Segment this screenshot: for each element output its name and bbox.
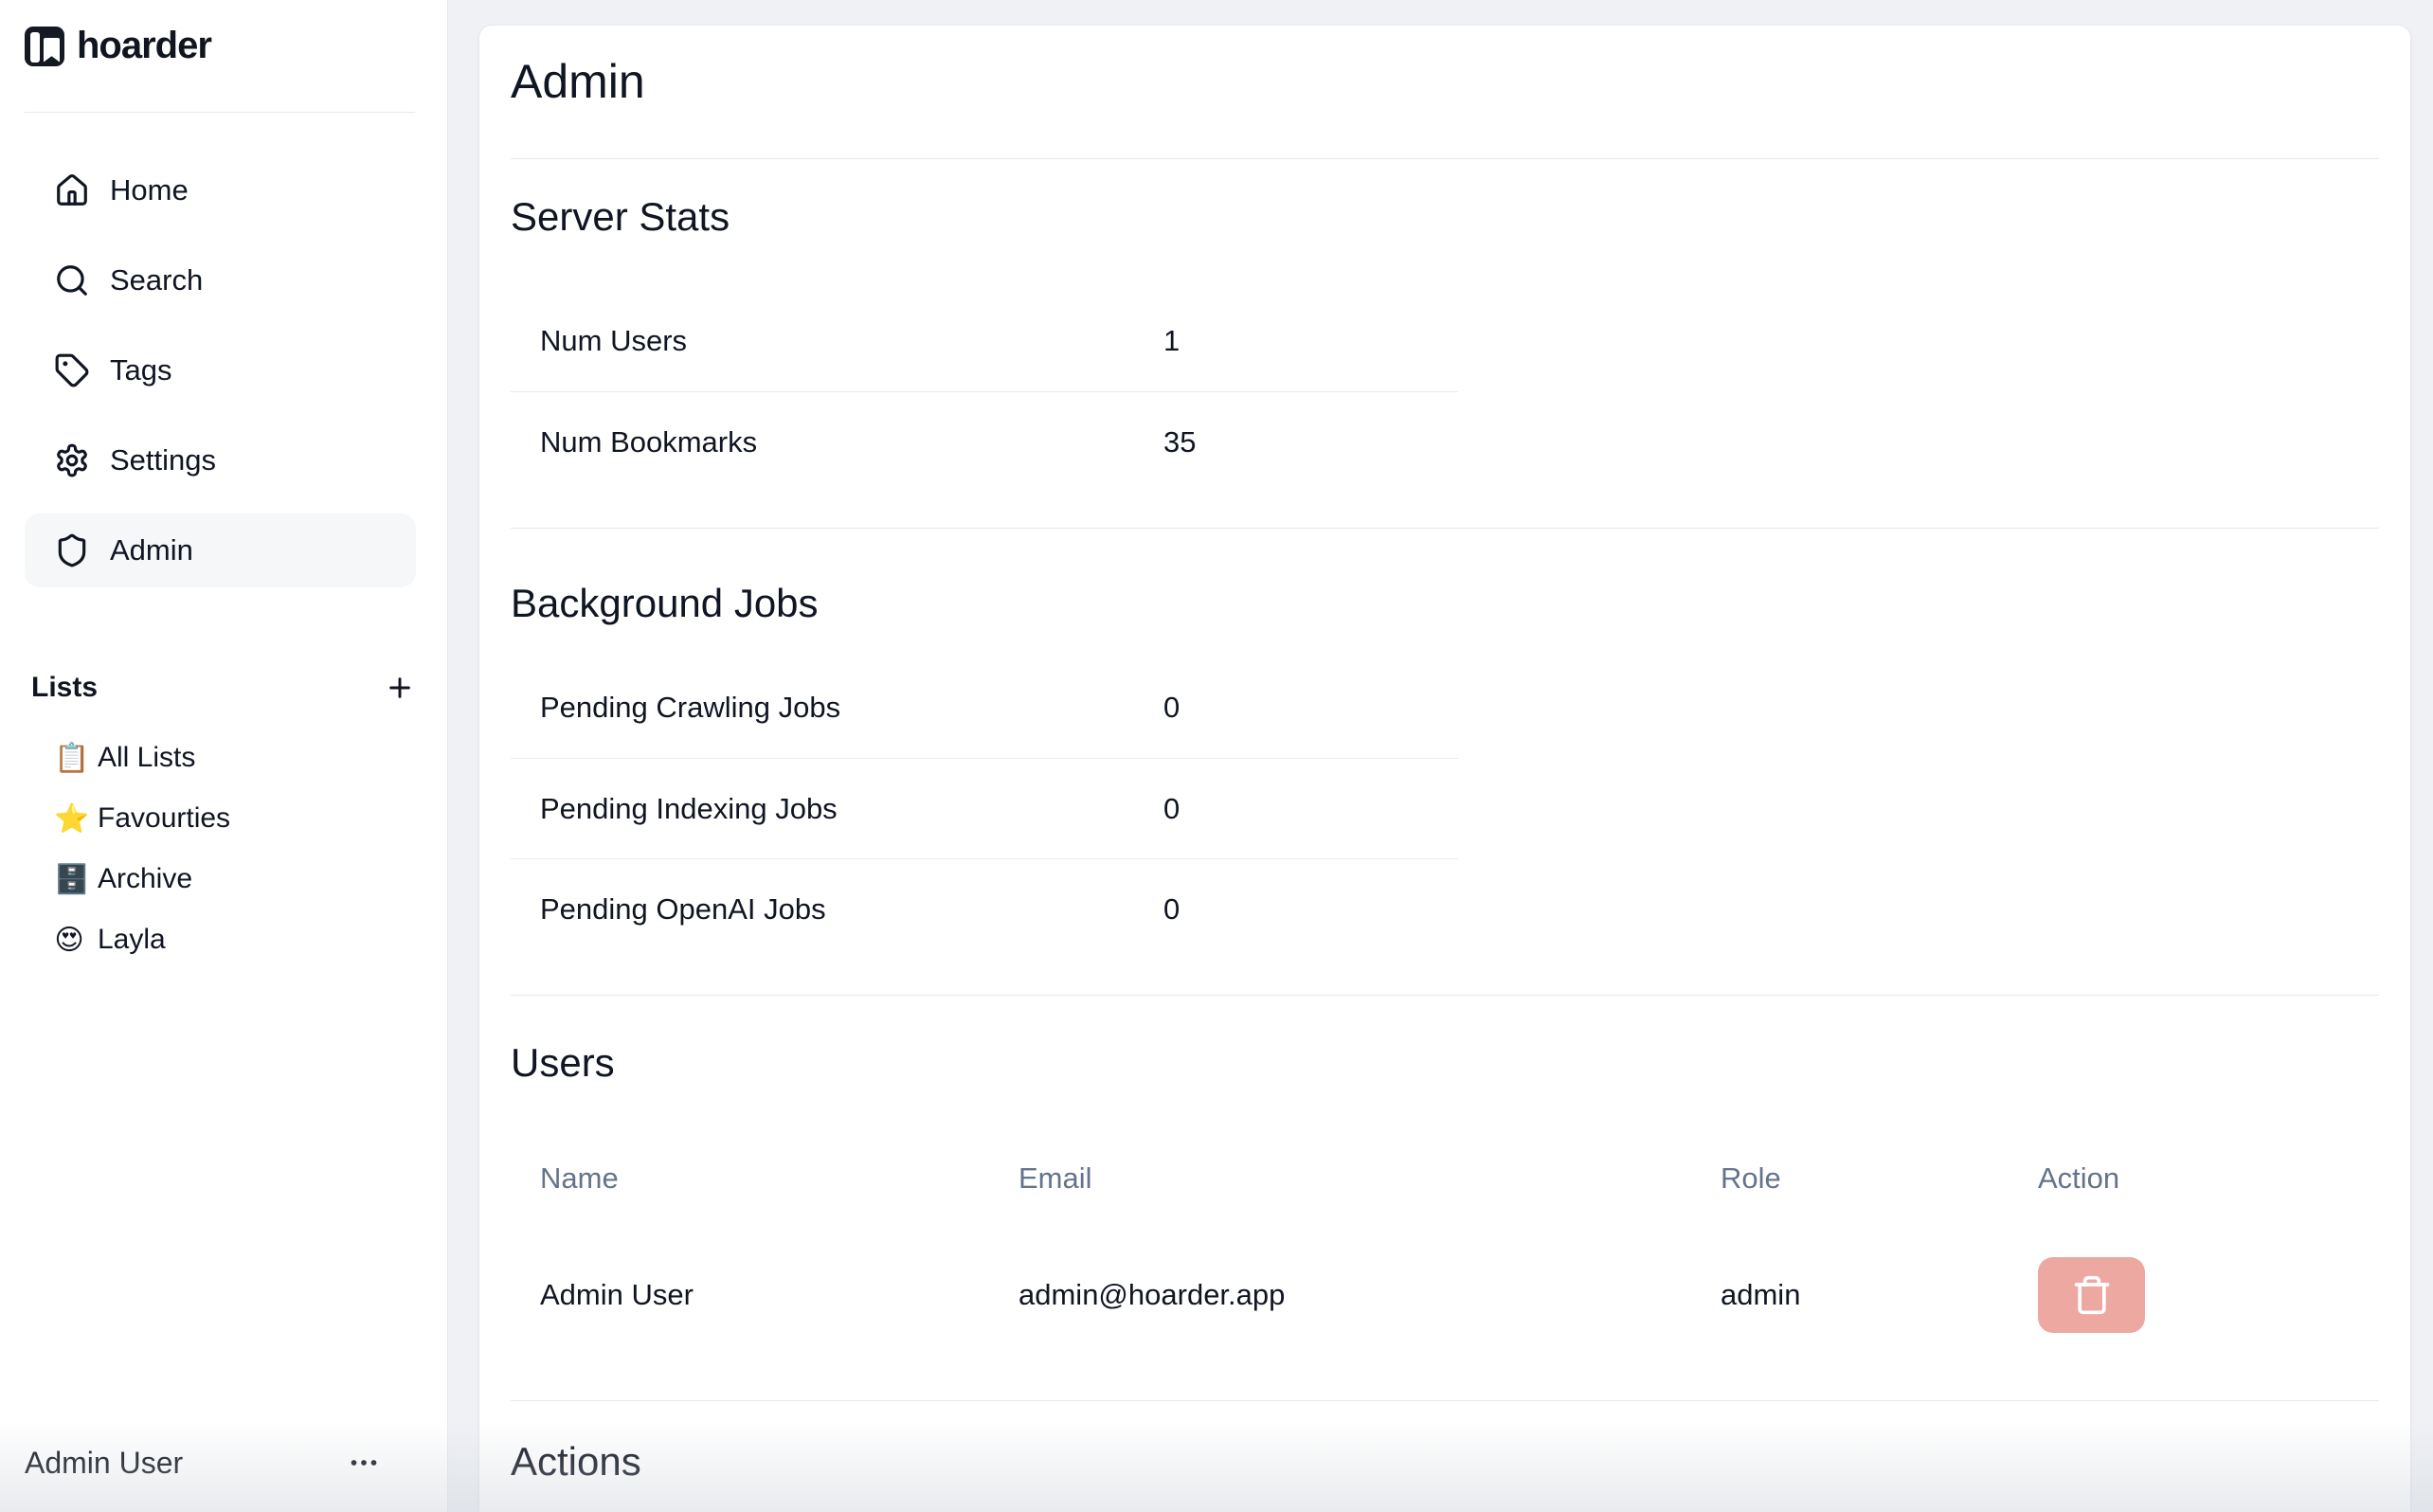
stat-label: Num Bookmarks [511, 425, 1134, 459]
table-row: Num Bookmarks 35 [511, 391, 1458, 492]
users-table: Name Email Role Action Admin User admin@… [511, 1128, 2379, 1361]
stat-label: Pending Crawling Jobs [511, 691, 1134, 725]
table-row: Pending OpenAI Jobs 0 [511, 858, 1458, 959]
main-content: Admin Server Stats Num Users 1 Num Bookm… [448, 0, 2433, 1512]
table-row: Num Users 1 [511, 291, 1458, 391]
gear-icon [54, 442, 90, 478]
users-table-header: Name Email Role Action [511, 1128, 2379, 1229]
stat-value: 0 [1134, 892, 1458, 927]
page-title: Admin [511, 55, 2379, 108]
tag-icon [54, 352, 90, 388]
section-divider [511, 1400, 2379, 1401]
user-name: Admin User [511, 1278, 989, 1312]
stat-value: 0 [1134, 792, 1458, 826]
cabinet-emoji: 🗄️ [54, 863, 84, 896]
actions-title: Actions [511, 1438, 2379, 1485]
list-item-layla[interactable]: 😍 Layla [25, 913, 416, 966]
lists: 📋 All Lists ⭐ Favourties 🗄️ Archive 😍 La… [25, 731, 423, 966]
list-item-favourties[interactable]: ⭐ Favourties [25, 792, 416, 845]
users-title: Users [511, 1039, 2379, 1087]
search-icon [54, 262, 90, 298]
clipboard-emoji: 📋 [54, 742, 84, 775]
sidebar-item-search[interactable]: Search [25, 243, 416, 317]
current-user-name: Admin User [25, 1446, 183, 1481]
table-row: Admin User admin@hoarder.app admin [511, 1229, 2379, 1361]
server-stats-table: Num Users 1 Num Bookmarks 35 [511, 291, 1458, 492]
column-header-email: Email [989, 1161, 1691, 1196]
logo[interactable]: hoarder [25, 24, 423, 68]
section-divider [511, 995, 2379, 996]
title-divider [511, 158, 2379, 159]
stat-value: 0 [1134, 691, 1458, 725]
stat-label: Pending Indexing Jobs [511, 792, 1134, 826]
user-menu[interactable]: Admin User [25, 1442, 381, 1484]
column-header-role: Role [1691, 1161, 2009, 1196]
column-header-name: Name [511, 1161, 989, 1196]
star-emoji: ⭐ [54, 802, 84, 836]
home-icon [54, 172, 90, 208]
sidebar-item-label: Tags [110, 353, 171, 387]
sidebar-item-home[interactable]: Home [25, 153, 416, 227]
plus-icon[interactable] [385, 673, 415, 703]
heart-eyes-emoji: 😍 [54, 924, 84, 957]
background-jobs-title: Background Jobs [511, 580, 2379, 627]
stat-value: 35 [1134, 425, 1458, 459]
table-row: Pending Indexing Jobs 0 [511, 758, 1458, 858]
shield-icon [54, 532, 90, 568]
background-jobs-table: Pending Crawling Jobs 0 Pending Indexing… [511, 657, 1458, 959]
stat-label: Num Users [511, 324, 1134, 358]
sidebar-item-label: Search [110, 263, 203, 297]
stat-value: 1 [1134, 324, 1458, 358]
list-item-all-lists[interactable]: 📋 All Lists [25, 731, 416, 784]
column-header-action: Action [2009, 1161, 2379, 1196]
sidebar-divider [25, 112, 415, 113]
list-item-archive[interactable]: 🗄️ Archive [25, 853, 416, 906]
lists-title: Lists [31, 672, 98, 704]
sidebar: hoarder Home Search Tags Settings A [0, 0, 448, 1512]
trash-icon [2071, 1274, 2113, 1316]
section-divider [511, 528, 2379, 529]
hoarder-app: hoarder Home Search Tags Settings A [0, 0, 2433, 1512]
sidebar-item-label: Settings [110, 443, 216, 477]
server-stats-title: Server Stats [511, 193, 2379, 241]
sidebar-item-label: Admin [110, 533, 193, 567]
ellipsis-icon[interactable] [347, 1446, 381, 1480]
table-row: Pending Crawling Jobs 0 [511, 657, 1458, 758]
delete-user-button[interactable] [2038, 1257, 2145, 1333]
user-email: admin@hoarder.app [989, 1278, 1691, 1312]
user-role: admin [1691, 1278, 2009, 1312]
sidebar-item-admin[interactable]: Admin [25, 513, 416, 587]
logo-text: hoarder [77, 25, 211, 67]
lists-header: Lists [31, 669, 415, 707]
sidebar-item-tags[interactable]: Tags [25, 333, 416, 407]
admin-panel-card: Admin Server Stats Num Users 1 Num Bookm… [478, 25, 2411, 1512]
stat-label: Pending OpenAI Jobs [511, 892, 1134, 927]
hoarder-logo-icon [25, 27, 64, 66]
sidebar-nav: Home Search Tags Settings Admin [25, 153, 423, 587]
sidebar-item-label: Home [110, 173, 189, 207]
sidebar-item-settings[interactable]: Settings [25, 423, 416, 497]
